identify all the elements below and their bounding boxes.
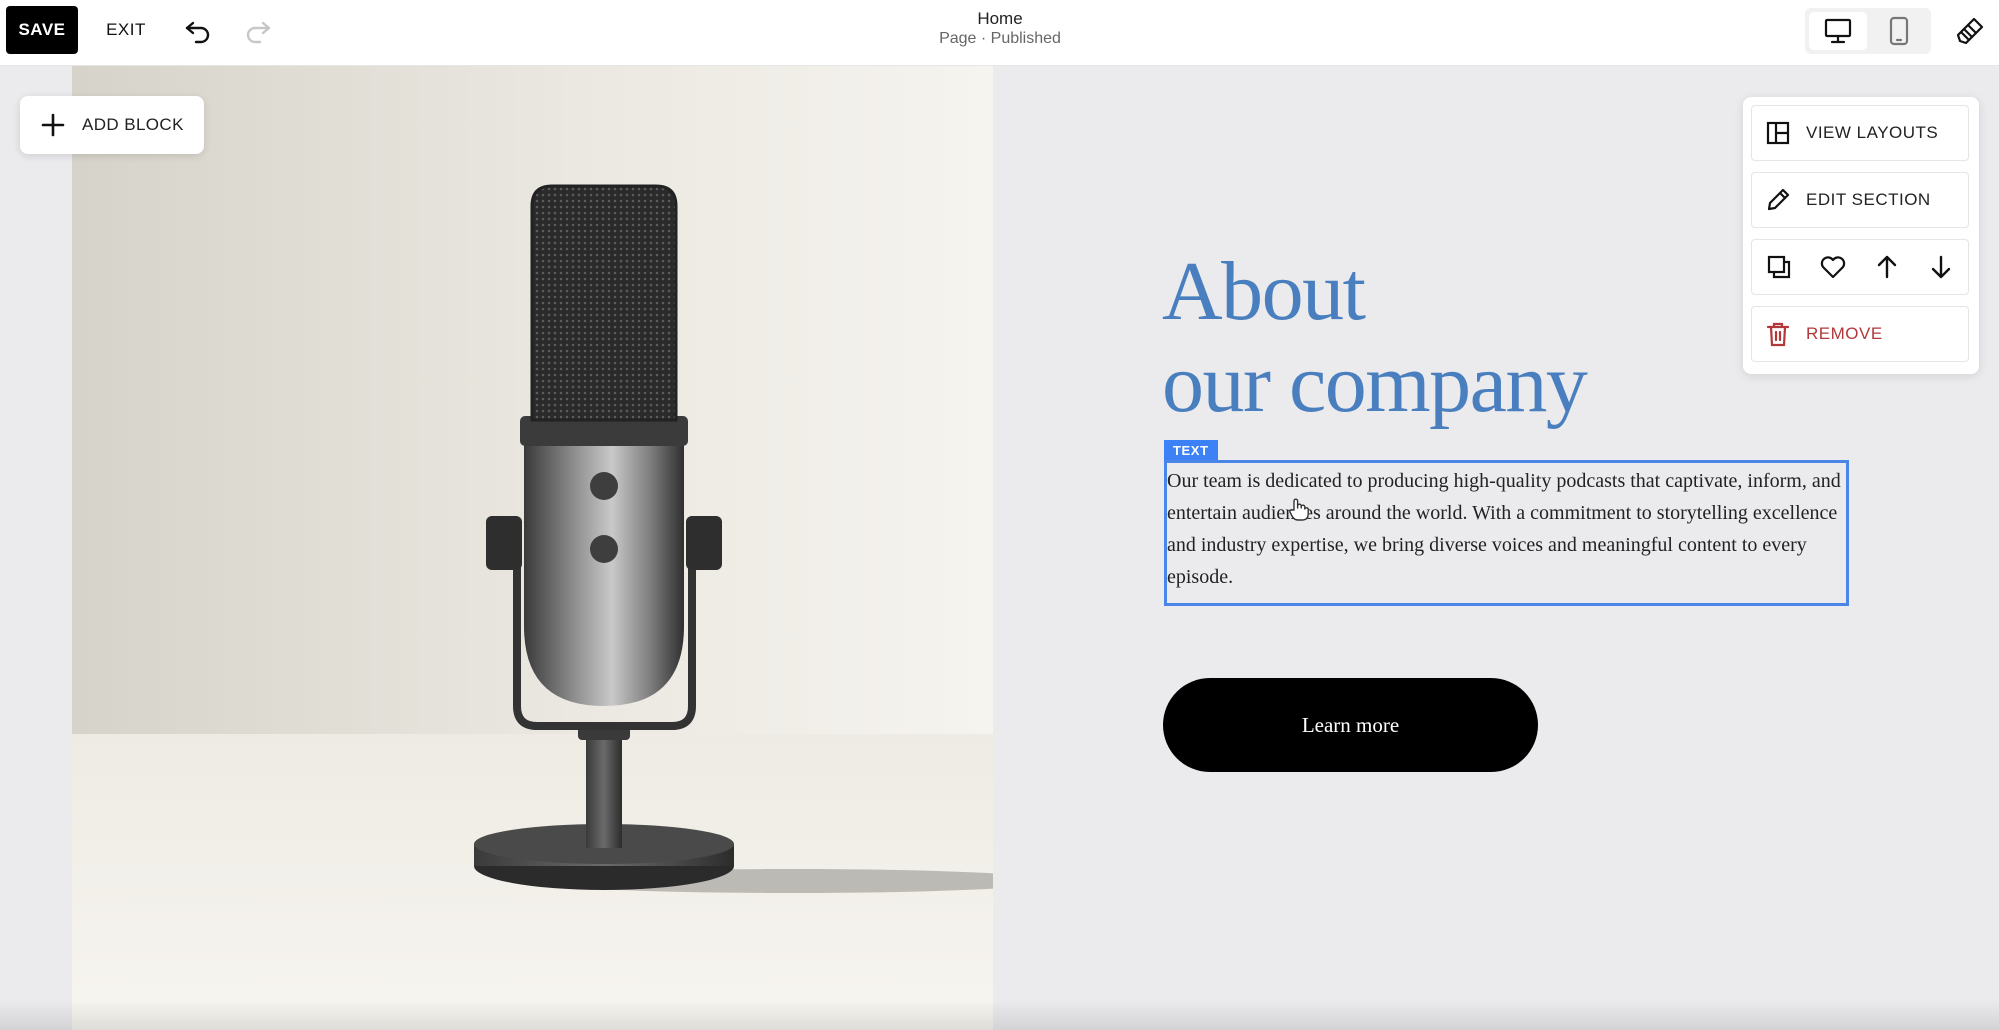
add-block-button[interactable]: ADD BLOCK xyxy=(20,96,204,154)
selected-text-block[interactable]: Our team is dedicated to producing high-… xyxy=(1164,460,1849,606)
remove-section-button[interactable]: REMOVE xyxy=(1751,306,1969,362)
page-title: Home xyxy=(977,9,1023,28)
trash-icon xyxy=(1764,320,1792,348)
arrow-down-icon[interactable] xyxy=(1923,249,1959,285)
redo-icon[interactable] xyxy=(240,12,276,48)
arrow-up-icon[interactable] xyxy=(1869,249,1905,285)
editor-top-bar: SAVE EXIT Home Page · Published xyxy=(0,0,1999,66)
learn-more-button[interactable]: Learn more xyxy=(1163,678,1538,772)
hero-microphone-image xyxy=(72,66,993,1030)
duplicate-icon[interactable] xyxy=(1761,249,1797,285)
exit-button[interactable]: EXIT xyxy=(100,6,152,54)
heading-line-1: About xyxy=(1162,245,1366,338)
edit-section-label: EDIT SECTION xyxy=(1806,190,1931,209)
save-button[interactable]: SAVE xyxy=(6,6,78,54)
edit-section-button[interactable]: EDIT SECTION xyxy=(1751,172,1969,228)
mobile-view-icon[interactable] xyxy=(1871,12,1927,50)
text-block-tag: TEXT xyxy=(1164,440,1218,460)
page-status: Page · Published xyxy=(939,30,1061,47)
site-styles-brush-icon[interactable] xyxy=(1950,12,1990,50)
desktop-view-icon[interactable] xyxy=(1809,12,1867,50)
section-quick-actions xyxy=(1751,239,1969,295)
undo-icon[interactable] xyxy=(180,12,216,48)
section-actions-panel: VIEW LAYOUTS EDIT SECTION REMOVE xyxy=(1743,97,1979,374)
heading-line-2: our company xyxy=(1162,337,1588,430)
add-block-label: ADD BLOCK xyxy=(82,115,184,134)
layout-icon xyxy=(1764,119,1792,147)
device-view-toggle xyxy=(1805,8,1931,54)
view-layouts-label: VIEW LAYOUTS xyxy=(1806,123,1939,142)
hand-cursor-icon xyxy=(1288,498,1310,522)
heart-icon[interactable] xyxy=(1815,249,1851,285)
remove-label: REMOVE xyxy=(1806,324,1883,343)
plus-icon xyxy=(40,112,66,138)
pencil-icon xyxy=(1764,186,1792,214)
view-layouts-button[interactable]: VIEW LAYOUTS xyxy=(1751,105,1969,161)
section-heading[interactable]: About our company xyxy=(1162,246,1722,430)
